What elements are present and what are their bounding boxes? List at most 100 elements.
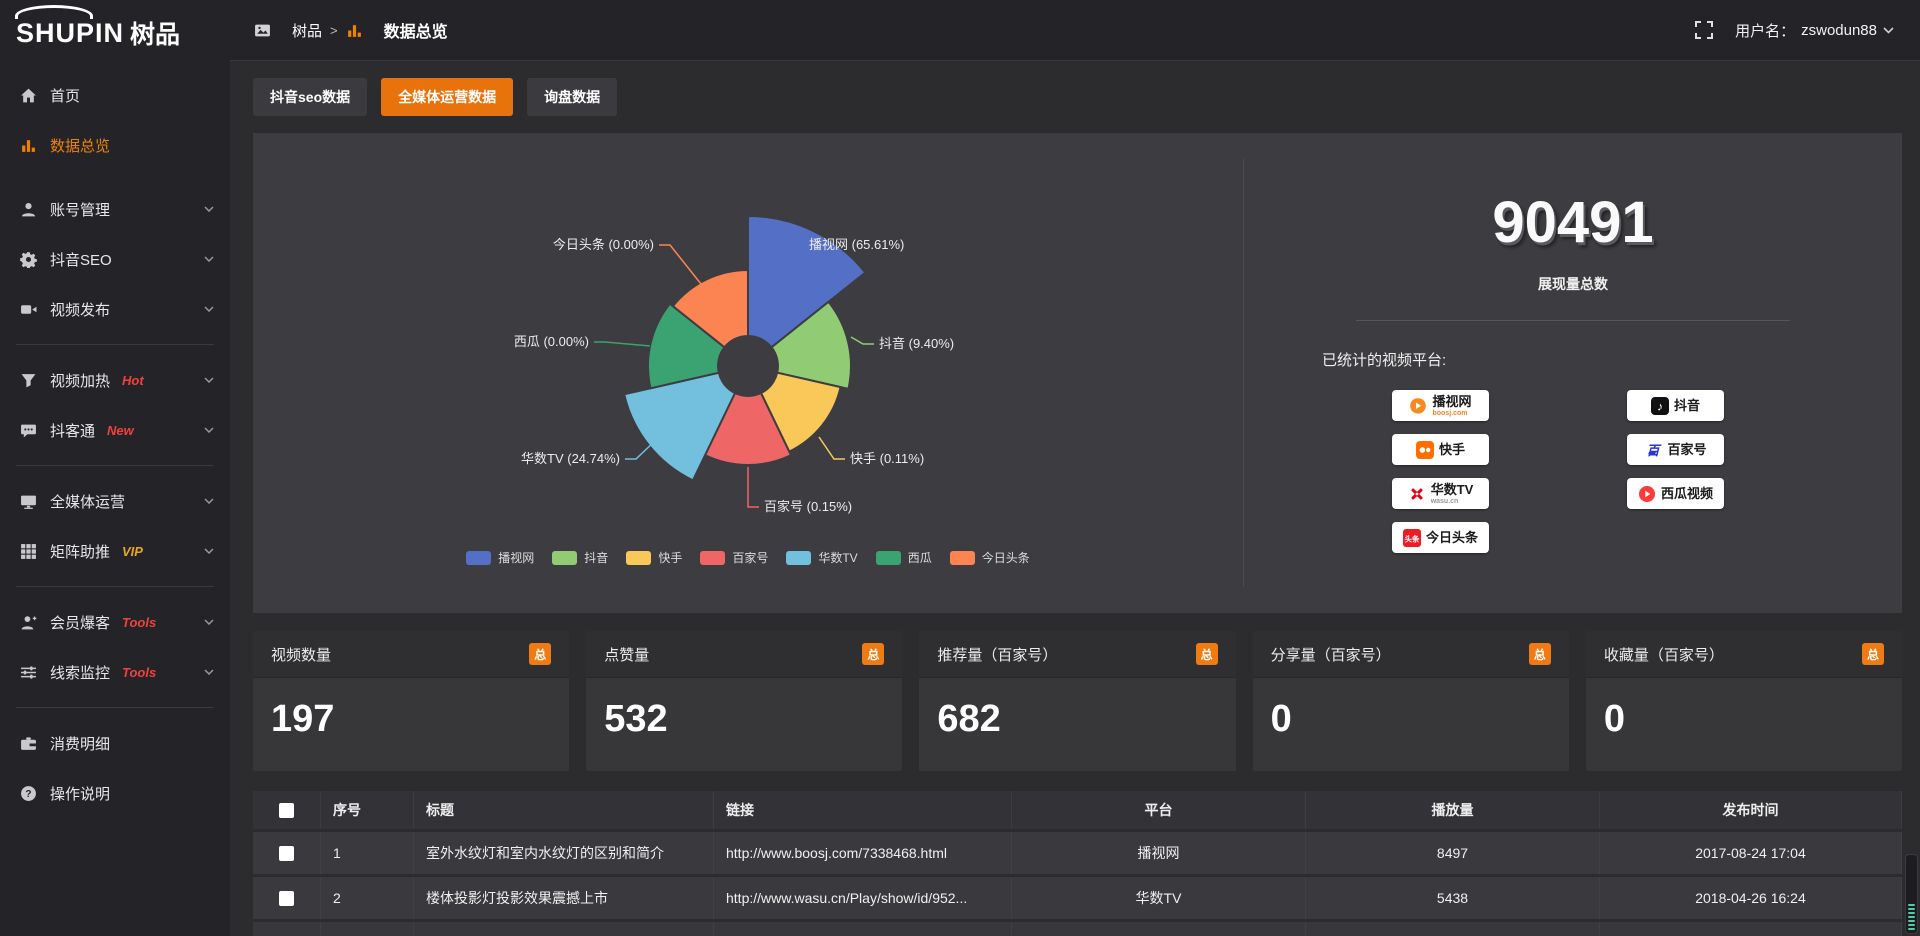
stat-card: 分享量（百家号）总0 bbox=[1253, 631, 1569, 771]
pie-slice[interactable] bbox=[624, 373, 735, 481]
video-icon bbox=[20, 301, 37, 318]
legend-item[interactable]: 百家号 bbox=[700, 549, 768, 566]
pie-label: 西瓜 (0.00%) bbox=[514, 334, 589, 349]
user-icon bbox=[20, 201, 37, 218]
tab[interactable]: 全媒体运营数据 bbox=[381, 78, 513, 116]
funnel-icon bbox=[20, 372, 37, 389]
boosj-logo bbox=[1409, 397, 1427, 415]
platform-badge: 华数TVwasu.cn bbox=[1392, 478, 1489, 509]
pie-label-line bbox=[659, 245, 705, 289]
stat-card-value: 0 bbox=[1586, 678, 1902, 741]
pie-label: 华数TV (24.74%) bbox=[521, 451, 620, 466]
chevron-down-icon bbox=[204, 498, 214, 504]
svg-text:?: ? bbox=[25, 789, 31, 800]
tab[interactable]: 抖音seo数据 bbox=[253, 78, 367, 116]
plays-cell: 5438 bbox=[1306, 877, 1600, 919]
sidebar-item-label: 数据总览 bbox=[50, 135, 110, 156]
sidebar-item[interactable]: 全媒体运营 bbox=[0, 476, 230, 526]
legend-item[interactable]: 今日头条 bbox=[950, 549, 1030, 566]
data-tabs: 抖音seo数据全媒体运营数据询盘数据 bbox=[253, 78, 1902, 116]
total-badge: 总 bbox=[862, 643, 884, 665]
sidebar-item-label: 视频加热 bbox=[50, 370, 110, 391]
table-row: 2楼体投影灯投影效果震撼上市http://www.wasu.cn/Play/sh… bbox=[253, 877, 1902, 919]
sidebar-item[interactable]: 数据总览 bbox=[0, 120, 230, 170]
monitor-icon bbox=[20, 493, 37, 510]
stat-card-title: 点赞量 bbox=[604, 644, 649, 665]
video-title-link[interactable]: 楼体投影灯投影效果震撼上市 bbox=[414, 877, 714, 919]
chevron-down-icon bbox=[204, 377, 214, 383]
sidebar-divider bbox=[16, 344, 214, 345]
platform-cell: 播视网 bbox=[1012, 832, 1306, 874]
platform-cell: 华数TV bbox=[1012, 877, 1306, 919]
username-label: 用户名： bbox=[1735, 20, 1795, 41]
sidebar-item-badge: VIP bbox=[122, 544, 143, 559]
breadcrumb-separator: > bbox=[330, 23, 338, 38]
sidebar-item[interactable]: 抖客通New bbox=[0, 405, 230, 455]
video-title-link[interactable]: 室外水纹灯和室内水纹灯的区别和简介 bbox=[414, 832, 714, 874]
legend-item[interactable]: 西瓜 bbox=[876, 549, 932, 566]
summary-divider bbox=[1356, 320, 1790, 321]
sidebar-item[interactable]: 视频发布 bbox=[0, 284, 230, 334]
sidebar-item[interactable]: 首页 bbox=[0, 70, 230, 120]
sidebar-item[interactable]: 视频加热 Hot bbox=[0, 355, 230, 405]
pie-label-line bbox=[819, 437, 845, 459]
tab[interactable]: 询盘数据 bbox=[527, 78, 617, 116]
stat-card-value: 532 bbox=[586, 678, 902, 741]
legend-item[interactable]: 播视网 bbox=[466, 549, 534, 566]
wasu-logo bbox=[1408, 485, 1426, 503]
sidebar-item-label: 线索监控 bbox=[50, 662, 110, 683]
user-menu[interactable]: 用户名：zswodun88 bbox=[1735, 20, 1894, 41]
sidebar-item-label: 消费明细 bbox=[50, 733, 110, 754]
select-all-checkbox[interactable] bbox=[279, 803, 294, 818]
legend-label: 抖音 bbox=[584, 549, 608, 566]
stat-card-value: 197 bbox=[253, 678, 569, 741]
sidebar-divider bbox=[16, 586, 214, 587]
platform-badge: 头条今日头条 bbox=[1392, 522, 1489, 553]
row-select-cell bbox=[253, 832, 321, 874]
row-checkbox[interactable] bbox=[279, 846, 294, 861]
videos-table: 序号标题链接平台播放量发布时间 1室外水纹灯和室内水纹灯的区别和简介http:/… bbox=[253, 788, 1902, 936]
sidebar-item[interactable]: 账号管理 bbox=[0, 184, 230, 234]
published-cell: 2018-04-26 16:24 bbox=[1600, 877, 1902, 919]
sidebar-item[interactable]: 线索监控Tools bbox=[0, 647, 230, 697]
baijiahao-logo: 百 bbox=[1644, 441, 1662, 459]
app-logo[interactable]: SHUPIN 树品 bbox=[0, 0, 230, 56]
platform-badge: ♪抖音 bbox=[1627, 390, 1724, 421]
scrollbar[interactable] bbox=[1905, 854, 1918, 934]
video-url-link[interactable]: http://www.wasu.cn/Play/show/id/952... bbox=[714, 877, 1012, 919]
chevron-down-icon bbox=[204, 306, 214, 312]
chevron-down-icon bbox=[204, 206, 214, 212]
sidebar-item-label: 首页 bbox=[50, 85, 80, 106]
legend-item[interactable]: 华数TV bbox=[786, 549, 857, 566]
legend-label: 西瓜 bbox=[908, 549, 932, 566]
sidebar-item-label: 操作说明 bbox=[50, 783, 110, 804]
total-badge: 总 bbox=[1529, 643, 1551, 665]
stat-card-value: 682 bbox=[919, 678, 1235, 741]
sidebar-item[interactable]: 抖音SEO bbox=[0, 234, 230, 284]
sidebar-item[interactable]: ? 操作说明 bbox=[0, 768, 230, 818]
stat-card-title: 分享量（百家号） bbox=[1271, 644, 1391, 665]
sidebar-item-badge: Hot bbox=[122, 373, 144, 388]
legend-swatch bbox=[626, 551, 651, 565]
platform-name: 播视网 bbox=[1432, 395, 1471, 408]
sidebar-item[interactable]: 矩阵助推VIP bbox=[0, 526, 230, 576]
pie-label-line bbox=[748, 467, 759, 507]
table-row: 1室外水纹灯和室内水纹灯的区别和简介http://www.boosj.com/7… bbox=[253, 832, 1902, 874]
sidebar-item[interactable]: 消费明细 bbox=[0, 718, 230, 768]
chevron-down-icon bbox=[204, 669, 214, 675]
video-url-link[interactable]: http://www.boosj.com/7338468.html bbox=[714, 832, 1012, 874]
pie-label: 快手 (0.11%) bbox=[850, 451, 924, 466]
breadcrumb-root[interactable]: 树品 bbox=[292, 20, 322, 41]
legend-item[interactable]: 抖音 bbox=[552, 549, 608, 566]
toutiao-logo: 头条 bbox=[1403, 529, 1421, 547]
stat-cards: 视频数量总197点赞量总532推荐量（百家号）总682分享量（百家号）总0收藏量… bbox=[253, 631, 1902, 771]
row-checkbox[interactable] bbox=[279, 891, 294, 906]
column-header: 发布时间 bbox=[1600, 791, 1902, 829]
sidebar-divider bbox=[16, 465, 214, 466]
logo-text-en: SHUPIN bbox=[16, 18, 124, 49]
select-all-cell bbox=[253, 791, 321, 829]
fullscreen-icon[interactable] bbox=[1695, 21, 1713, 39]
sidebar-item-label: 账号管理 bbox=[50, 199, 110, 220]
legend-item[interactable]: 快手 bbox=[626, 549, 682, 566]
sidebar-item[interactable]: 会员爆客Tools bbox=[0, 597, 230, 647]
